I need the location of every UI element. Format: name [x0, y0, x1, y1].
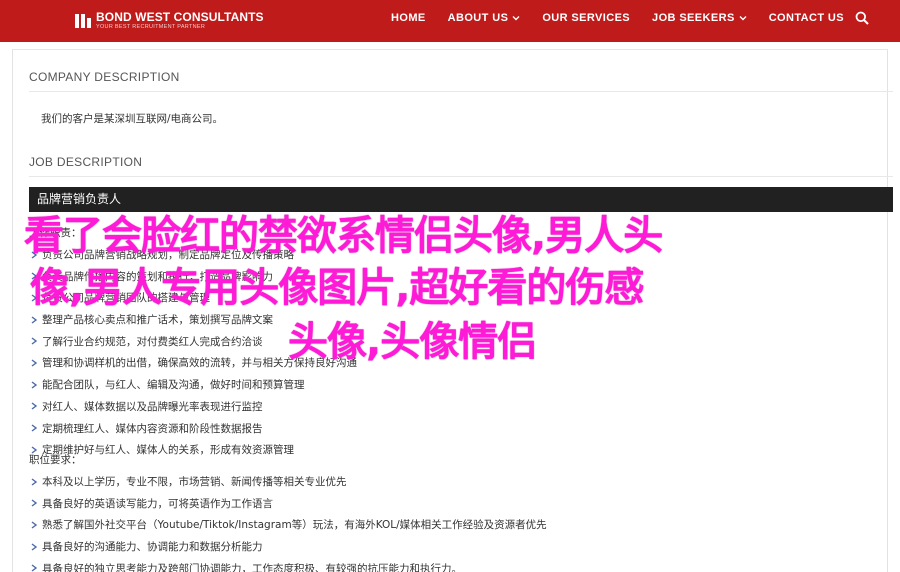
- list-item: 具备良好的独立思考能力及跨部门协调能力，工作态度积极、有较强的抗压能力和执行力。: [29, 557, 889, 572]
- list-item: 熟悉了解国外社交平台（Youtube/Tiktok/Instagram等）玩法，…: [29, 514, 889, 536]
- chevron-right-icon: [31, 564, 38, 572]
- list-item: 定期梳理红人、媒体内容资源和阶段性数据报告: [29, 417, 889, 439]
- requirements-label: 职位要求：: [29, 454, 82, 467]
- search-icon[interactable]: [855, 11, 869, 25]
- chevron-right-icon: [31, 381, 38, 389]
- nav-home[interactable]: HOME: [391, 12, 426, 24]
- content-frame-top: [12, 42, 888, 50]
- list-item: 具备良好的沟通能力、协调能力和数据分析能力: [29, 536, 889, 558]
- nav-our-services[interactable]: OUR SERVICES: [542, 12, 630, 24]
- duties-label: 工作职责：: [29, 227, 82, 240]
- chevron-right-icon: [31, 477, 38, 486]
- chevron-right-icon: [31, 499, 38, 507]
- list-item: 负责公司品牌营销团队的搭建与管理: [29, 287, 889, 309]
- company-description-text: 我们的客户是某深圳互联网/电商公司。: [41, 113, 224, 125]
- requirements-list: 职位要求： 本科及以上学历，专业不限，市场营销、新闻传播等相关专业优先 具备良好…: [29, 449, 889, 572]
- chevron-right-icon: [31, 543, 38, 551]
- list-item: 负责品牌传播内容的策划和执行，打造品牌影响力: [29, 265, 889, 287]
- brand-tagline: YOUR BEST RECRUITMENT PARTNER: [96, 24, 206, 31]
- top-navigation-bar: BOND WEST CONSULTANTS YOUR BEST RECRUITM…: [0, 0, 900, 42]
- chevron-right-icon: [31, 424, 38, 432]
- nav-about-us[interactable]: ABOUT US: [448, 12, 521, 24]
- brand-name: BOND WEST CONSULTANTS: [96, 10, 264, 25]
- chevron-right-icon: [31, 316, 38, 324]
- chevron-right-icon: [31, 294, 38, 302]
- chevron-right-icon: [31, 359, 38, 367]
- list-item: 能配合团队，与红人、编辑及沟通，做好时间和预算管理: [29, 374, 889, 396]
- logo-mark-icon: [75, 14, 91, 28]
- job-title-bar: 品牌营销负责人: [29, 187, 893, 212]
- chevron-down-icon: [512, 16, 520, 21]
- list-item: 整理产品核心卖点和推广话术，策划撰写品牌文案: [29, 309, 889, 331]
- duties-list: 工作职责： 负责公司品牌营销战略规划，制定品牌定位及传播策略 负责品牌传播内容的…: [29, 222, 889, 461]
- chevron-right-icon: [31, 250, 38, 259]
- list-item: 了解行业合约规范，对付费类红人完成合约洽谈: [29, 330, 889, 352]
- chevron-right-icon: [31, 337, 38, 345]
- chevron-down-icon: [739, 16, 747, 21]
- chevron-right-icon: [31, 521, 38, 529]
- company-description-heading: COMPANY DESCRIPTION: [29, 70, 180, 84]
- list-item: 负责公司品牌营销战略规划，制定品牌定位及传播策略: [29, 244, 889, 266]
- brand-logo[interactable]: BOND WEST CONSULTANTS YOUR BEST RECRUITM…: [74, 7, 264, 35]
- list-item: 具备良好的英语读写能力，可将英语作为工作语言: [29, 492, 889, 514]
- list-item: 本科及以上学历，专业不限，市场营销、新闻传播等相关专业优先: [29, 471, 889, 493]
- list-item: 管理和协调样机的出借，确保高效的流转，并与相关方保持良好沟通: [29, 352, 889, 374]
- list-item: 对红人、媒体数据以及品牌曝光率表现进行监控: [29, 396, 889, 418]
- nav-contact-us[interactable]: CONTACT US: [769, 12, 844, 24]
- divider: [29, 176, 893, 177]
- chevron-right-icon: [31, 272, 38, 280]
- main-nav: HOME ABOUT US OUR SERVICES JOB SEEKERS C…: [391, 0, 844, 36]
- divider: [29, 91, 893, 92]
- chevron-right-icon: [31, 402, 38, 410]
- nav-job-seekers[interactable]: JOB SEEKERS: [652, 12, 747, 24]
- job-description-heading: JOB DESCRIPTION: [29, 155, 143, 169]
